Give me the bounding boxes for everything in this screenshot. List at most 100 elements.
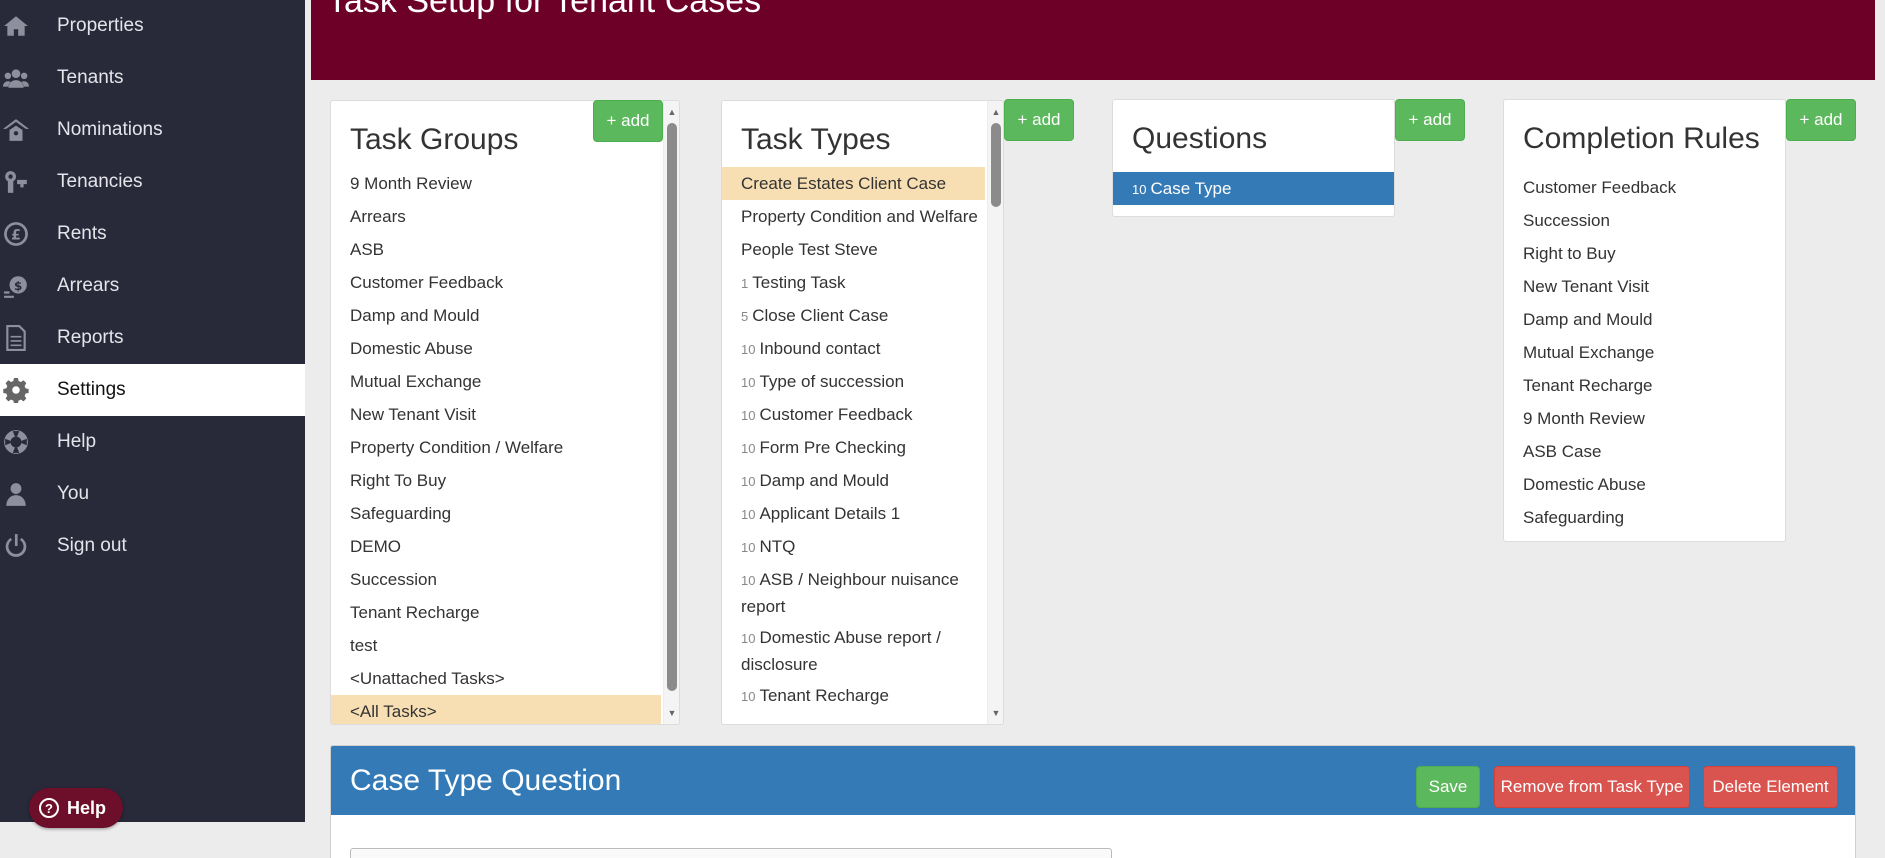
order-number: 10: [741, 375, 756, 390]
completion-rules-panel: Completion Rules Customer Feedback Succe…: [1503, 99, 1786, 542]
list-item[interactable]: 10 Domestic Abuse report / disclosure: [722, 621, 985, 679]
task-type-label: Form Pre Checking: [759, 438, 906, 457]
list-item[interactable]: Damp and Mould: [1504, 303, 1785, 336]
order-number: 10: [741, 408, 756, 423]
nav-item-tenancies[interactable]: Tenancies: [0, 156, 305, 208]
delete-element-button[interactable]: Delete Element: [1703, 766, 1838, 808]
case-type-input[interactable]: [350, 848, 1112, 858]
scroll-down-arrow-icon[interactable]: ▼: [988, 706, 1003, 720]
list-item[interactable]: Mutual Exchange: [1504, 336, 1785, 369]
list-item[interactable]: 9 Month Review: [1504, 402, 1785, 435]
task-groups-scrollbar[interactable]: ▲ ▼: [663, 101, 679, 724]
scroll-thumb[interactable]: [667, 123, 677, 691]
questions-panel: Questions 10 Case Type: [1112, 99, 1395, 217]
list-item[interactable]: Customer Feedback: [331, 266, 661, 299]
nav-item-help[interactable]: Help: [0, 416, 305, 468]
list-item[interactable]: ASB Case: [1504, 435, 1785, 468]
list-item[interactable]: 1 Testing Task: [722, 266, 985, 299]
nav-item-tenants[interactable]: Tenants: [0, 52, 305, 104]
nav-label: Help: [57, 431, 97, 452]
list-item[interactable]: 10 NTQ: [722, 530, 985, 563]
list-item-selected[interactable]: 10 Case Type: [1113, 172, 1394, 205]
scroll-up-arrow-icon[interactable]: ▲: [988, 105, 1003, 119]
task-types-panel: Task Types Create Estates Client Case Pr…: [721, 100, 1004, 725]
list-item[interactable]: Succession: [1504, 204, 1785, 237]
nav-label: Rents: [57, 223, 107, 244]
list-item[interactable]: People Test Steve: [722, 233, 985, 266]
list-item[interactable]: 9 Month Review: [331, 167, 661, 200]
list-item[interactable]: 10 Type of succession: [722, 365, 985, 398]
list-item[interactable]: Domestic Abuse: [1504, 468, 1785, 501]
list-item[interactable]: Domestic Abuse: [331, 332, 661, 365]
list-item-selected[interactable]: Create Estates Client Case: [722, 167, 985, 200]
list-item[interactable]: Arrears: [331, 200, 661, 233]
nav-item-sign-out[interactable]: Sign out: [0, 520, 305, 572]
task-types-scrollbar[interactable]: ▲ ▼: [987, 101, 1003, 724]
gear-icon: [2, 376, 30, 404]
nav-item-properties[interactable]: Properties: [0, 0, 305, 52]
add-question-button[interactable]: + add: [1395, 99, 1465, 141]
list-item-selected[interactable]: <All Tasks>: [331, 695, 661, 724]
list-item[interactable]: Damp and Mould: [331, 299, 661, 332]
order-number: 10: [741, 474, 756, 489]
nav-item-settings[interactable]: Settings: [0, 364, 305, 416]
list-item[interactable]: 10 Form Pre Checking: [722, 431, 985, 464]
nav-label: Nominations: [57, 119, 163, 140]
scroll-thumb[interactable]: [991, 123, 1001, 207]
task-type-label: Inbound contact: [759, 339, 881, 358]
scroll-down-arrow-icon[interactable]: ▼: [664, 706, 679, 720]
list-item[interactable]: ASB: [331, 233, 661, 266]
nav-item-arrears[interactable]: $ Arrears: [0, 260, 305, 312]
nav-label: You: [57, 483, 90, 504]
list-item[interactable]: Succession: [331, 563, 661, 596]
floating-help-button[interactable]: ? Help: [29, 788, 123, 828]
list-item[interactable]: 10 Inbound contact: [722, 332, 985, 365]
completion-rules-list: Customer Feedback Succession Right to Bu…: [1504, 171, 1785, 534]
home-icon: [2, 12, 30, 40]
nav-item-reports[interactable]: Reports: [0, 312, 305, 364]
list-item[interactable]: Property Condition and Welfare: [722, 200, 985, 233]
list-item[interactable]: 5 Close Client Case: [722, 299, 985, 332]
svg-text:$: $: [14, 279, 22, 293]
list-item[interactable]: Tenant Recharge: [331, 596, 661, 629]
list-item[interactable]: DEMO: [331, 530, 661, 563]
list-item[interactable]: Right to Buy: [1504, 237, 1785, 270]
list-item[interactable]: Property Condition / Welfare: [331, 431, 661, 464]
add-completion-rule-button[interactable]: + add: [1786, 99, 1856, 141]
remove-from-task-type-button[interactable]: Remove from Task Type: [1494, 766, 1690, 808]
order-number: 10: [741, 573, 756, 588]
list-item[interactable]: Right To Buy: [331, 464, 661, 497]
nav-item-nominations[interactable]: Nominations: [0, 104, 305, 156]
list-item[interactable]: Tenant Recharge: [1504, 369, 1785, 402]
task-types-list: Create Estates Client Case Property Cond…: [722, 167, 985, 712]
questions-list: 10 Case Type: [1113, 172, 1394, 205]
task-type-label: NTQ: [759, 537, 796, 556]
save-button[interactable]: Save: [1416, 766, 1480, 808]
list-item[interactable]: <Unattached Tasks>: [331, 662, 661, 695]
add-task-group-button[interactable]: + add: [593, 100, 663, 142]
nav-item-rents[interactable]: £ Rents: [0, 208, 305, 260]
lifebuoy-icon: [2, 428, 30, 456]
keys-icon: [2, 168, 30, 196]
list-item[interactable]: 10 Damp and Mould: [722, 464, 985, 497]
list-item[interactable]: 10 Applicant Details 1: [722, 497, 985, 530]
list-item[interactable]: 10 Customer Feedback: [722, 398, 985, 431]
list-item[interactable]: Safeguarding: [331, 497, 661, 530]
list-item[interactable]: 10 Tenant Recharge: [722, 679, 985, 712]
order-number: 1: [741, 276, 749, 291]
list-item[interactable]: New Tenant Visit: [1504, 270, 1785, 303]
list-item[interactable]: Safeguarding: [1504, 501, 1785, 534]
list-item[interactable]: 10 ASB / Neighbour nuisance report: [722, 563, 985, 621]
list-item[interactable]: New Tenant Visit: [331, 398, 661, 431]
task-type-label: Create Estates Client Case: [741, 174, 947, 193]
nav-label: Properties: [57, 15, 144, 36]
document-icon: [2, 324, 30, 352]
add-task-type-button[interactable]: + add: [1004, 99, 1074, 141]
list-item[interactable]: test: [331, 629, 661, 662]
scroll-up-arrow-icon[interactable]: ▲: [664, 105, 679, 119]
nav-label: Settings: [57, 379, 126, 400]
nav-item-you[interactable]: You: [0, 468, 305, 520]
list-item[interactable]: Mutual Exchange: [331, 365, 661, 398]
nav-label: Reports: [57, 327, 124, 348]
list-item[interactable]: Customer Feedback: [1504, 171, 1785, 204]
